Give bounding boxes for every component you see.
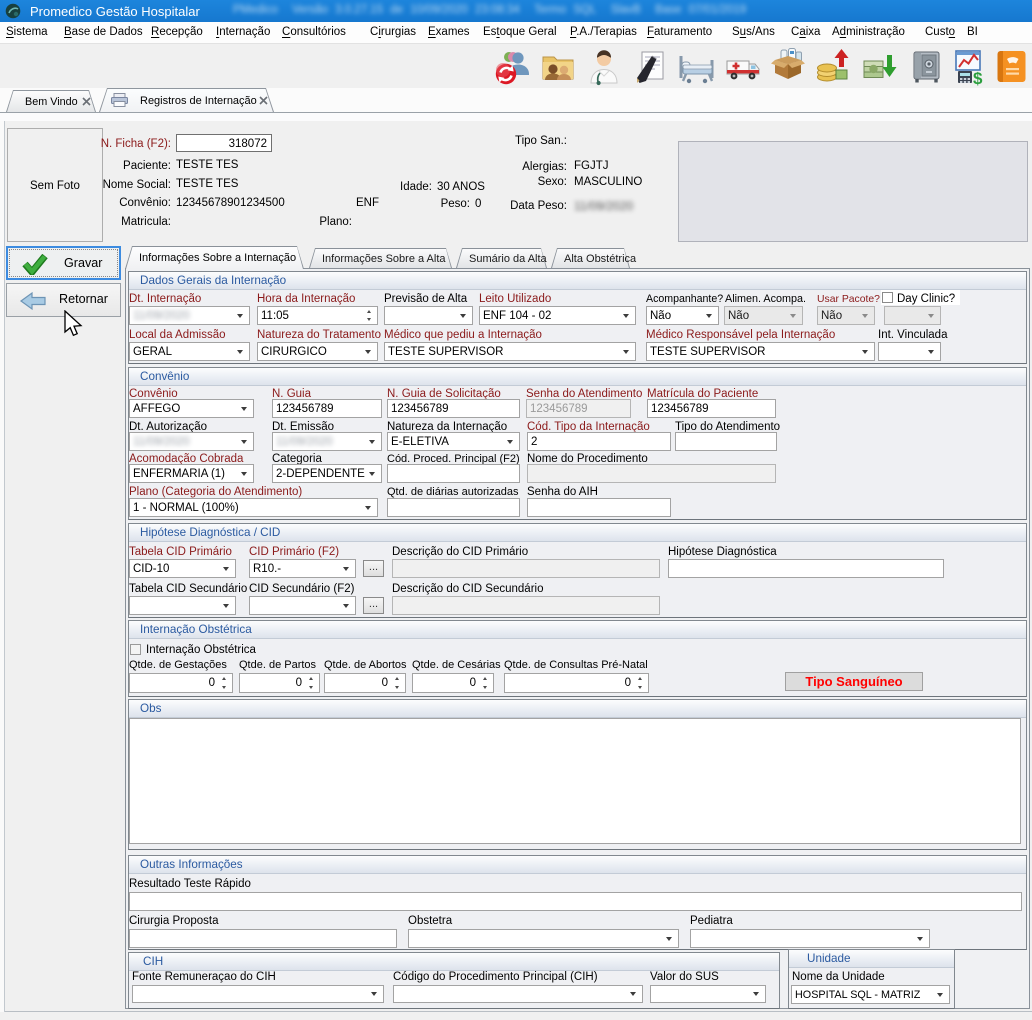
svg-text:$: $ xyxy=(973,69,983,86)
